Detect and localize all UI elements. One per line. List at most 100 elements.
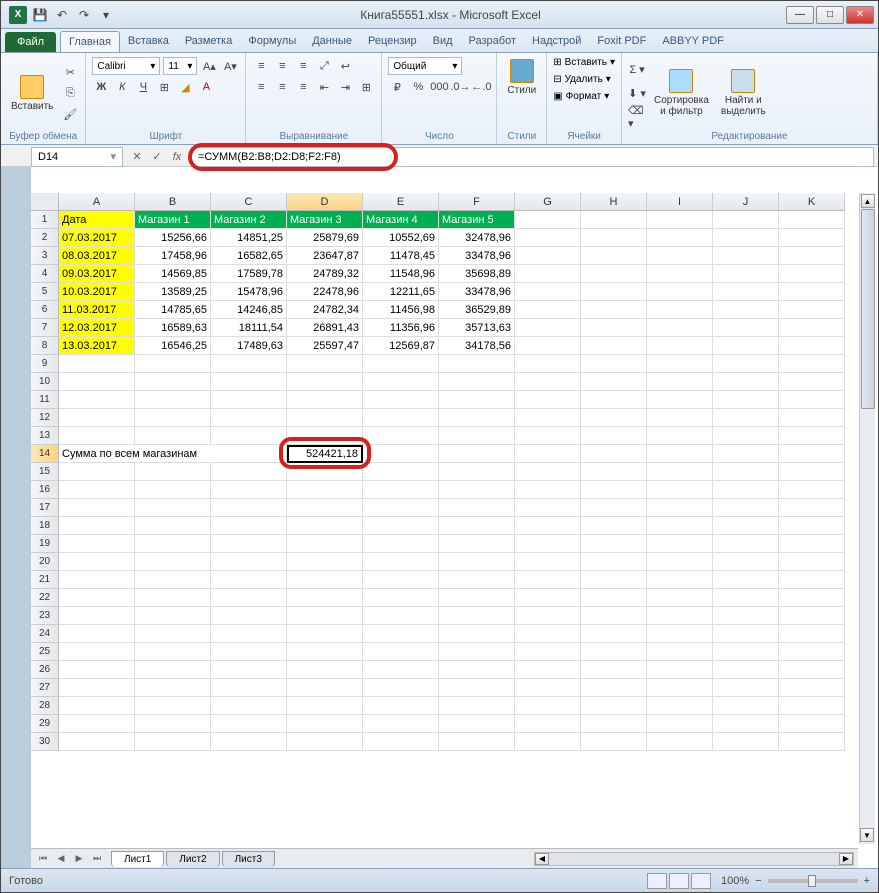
enter-icon[interactable]: ✓ <box>149 149 165 165</box>
fx-icon[interactable]: fx <box>169 149 185 165</box>
cell[interactable] <box>211 661 287 679</box>
cell[interactable] <box>515 265 581 283</box>
ribbon-tab[interactable]: Foxit PDF <box>589 31 654 52</box>
column-header[interactable]: K <box>779 193 845 211</box>
cell[interactable] <box>647 463 713 481</box>
cell[interactable] <box>581 409 647 427</box>
minimize-button[interactable]: — <box>786 6 814 24</box>
cell[interactable] <box>439 391 515 409</box>
cell[interactable] <box>581 715 647 733</box>
cell[interactable] <box>135 463 211 481</box>
wrap-text-icon[interactable]: ↩ <box>336 57 354 75</box>
cell[interactable] <box>713 733 779 751</box>
border-icon[interactable]: ⊞ <box>155 78 173 96</box>
cell[interactable]: 16582,65 <box>211 247 287 265</box>
sheet-tab[interactable]: Лист2 <box>166 851 219 867</box>
cell[interactable] <box>211 517 287 535</box>
fill-icon[interactable]: ⬇ ▾ <box>628 84 646 102</box>
formula-input[interactable]: =СУММ(B2:B8;D2:D8;F2:F8) <box>191 147 874 167</box>
cell[interactable] <box>581 643 647 661</box>
cell[interactable] <box>647 571 713 589</box>
cell[interactable] <box>363 679 439 697</box>
cell[interactable] <box>439 571 515 589</box>
cell[interactable] <box>713 589 779 607</box>
sheet-last-icon[interactable]: ⏭ <box>89 852 105 866</box>
ribbon-tab[interactable]: Рецензир <box>360 31 425 52</box>
cell[interactable] <box>287 427 363 445</box>
scroll-down-icon[interactable]: ▼ <box>860 828 874 842</box>
sheet-tab[interactable]: Лист3 <box>222 851 275 867</box>
cell[interactable] <box>779 445 845 463</box>
cell[interactable]: Дата <box>59 211 135 229</box>
cell[interactable] <box>287 679 363 697</box>
cell[interactable]: Магазин 4 <box>363 211 439 229</box>
cell[interactable] <box>515 463 581 481</box>
insert-button[interactable]: ⊞ Вставить ▾ <box>553 57 615 68</box>
cell[interactable]: 15478,96 <box>211 283 287 301</box>
row-header[interactable]: 20 <box>31 553 59 571</box>
column-header[interactable]: I <box>647 193 713 211</box>
cell[interactable]: 524421,18 <box>287 445 363 463</box>
align-center-icon[interactable]: ≡ <box>273 78 291 96</box>
cell[interactable] <box>713 229 779 247</box>
cell[interactable]: 17458,96 <box>135 247 211 265</box>
cell[interactable] <box>135 715 211 733</box>
cell[interactable] <box>515 553 581 571</box>
row-header[interactable]: 19 <box>31 535 59 553</box>
cell[interactable] <box>287 517 363 535</box>
cell[interactable] <box>581 337 647 355</box>
cell[interactable] <box>713 319 779 337</box>
cell[interactable] <box>713 211 779 229</box>
cell[interactable] <box>211 607 287 625</box>
cell[interactable] <box>287 481 363 499</box>
cell[interactable] <box>59 517 135 535</box>
cell[interactable]: Магазин 2 <box>211 211 287 229</box>
cell[interactable] <box>211 391 287 409</box>
cell[interactable] <box>647 625 713 643</box>
cell[interactable] <box>779 211 845 229</box>
cell[interactable] <box>515 499 581 517</box>
cell[interactable] <box>779 463 845 481</box>
cell[interactable] <box>779 733 845 751</box>
cell[interactable] <box>713 517 779 535</box>
clear-icon[interactable]: ⌫ ▾ <box>628 108 646 126</box>
cell[interactable] <box>439 427 515 445</box>
cell[interactable] <box>713 571 779 589</box>
cell[interactable] <box>439 625 515 643</box>
cell[interactable] <box>713 715 779 733</box>
cell[interactable] <box>515 445 581 463</box>
row-header[interactable]: 2 <box>31 229 59 247</box>
cell[interactable] <box>439 445 515 463</box>
row-header[interactable]: 23 <box>31 607 59 625</box>
cell[interactable]: 33478,96 <box>439 283 515 301</box>
cell[interactable] <box>581 211 647 229</box>
cell[interactable] <box>581 265 647 283</box>
cell[interactable] <box>647 535 713 553</box>
cell[interactable] <box>581 553 647 571</box>
font-size-combo[interactable]: 11▾ <box>163 57 197 75</box>
cell[interactable]: 33478,96 <box>439 247 515 265</box>
cell[interactable]: 16589,63 <box>135 319 211 337</box>
cell[interactable] <box>779 715 845 733</box>
ribbon-tab[interactable]: Разметка <box>177 31 241 52</box>
cell[interactable] <box>211 733 287 751</box>
format-button[interactable]: ▣ Формат ▾ <box>553 91 615 102</box>
cell[interactable] <box>647 211 713 229</box>
cell[interactable] <box>779 283 845 301</box>
close-button[interactable]: ✕ <box>846 6 874 24</box>
cell[interactable] <box>581 679 647 697</box>
cell[interactable] <box>515 319 581 337</box>
cell[interactable] <box>59 679 135 697</box>
cell[interactable] <box>287 661 363 679</box>
cell[interactable] <box>779 391 845 409</box>
cell[interactable] <box>211 463 287 481</box>
cell[interactable] <box>363 535 439 553</box>
cell[interactable]: 11356,96 <box>363 319 439 337</box>
cell[interactable] <box>135 733 211 751</box>
cell[interactable] <box>647 517 713 535</box>
row-header[interactable]: 13 <box>31 427 59 445</box>
cell[interactable] <box>211 571 287 589</box>
cell[interactable] <box>515 355 581 373</box>
italic-button[interactable]: К <box>113 78 131 96</box>
cell[interactable] <box>59 427 135 445</box>
